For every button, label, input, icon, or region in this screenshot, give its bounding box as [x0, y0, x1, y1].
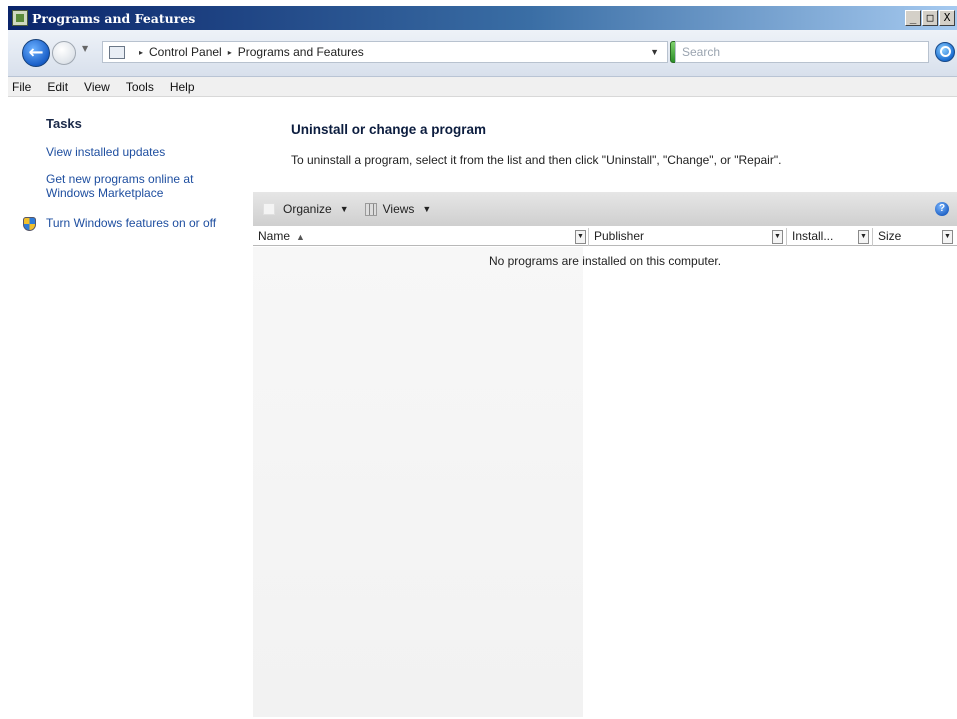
menu-bar: File Edit View Tools Help	[8, 77, 957, 97]
page-title: Uninstall or change a program	[291, 122, 487, 137]
column-name-label: Name	[258, 229, 291, 243]
column-name-filter[interactable]: ▼	[575, 230, 586, 244]
column-installed-label: Install...	[792, 229, 834, 243]
window-title: Programs and Features	[32, 10, 196, 26]
column-publisher[interactable]: Publisher	[589, 228, 769, 246]
turn-windows-features-link[interactable]: Turn Windows features on or off	[46, 216, 216, 230]
views-button[interactable]: Views ▼	[364, 202, 432, 216]
window-controls: _ □ X	[905, 10, 955, 26]
address-dropdown-icon[interactable]: ▼	[650, 47, 659, 57]
windows-shield-icon	[23, 217, 36, 231]
chevron-down-icon: ▼	[422, 204, 432, 214]
breadcrumb-control-panel[interactable]: Control Panel	[149, 45, 222, 59]
menu-help[interactable]: Help	[170, 80, 195, 94]
program-list-pane: Organize ▼ Views ▼ ? Name ▲ ▼ Publisher ▼…	[253, 192, 957, 717]
chevron-right-icon[interactable]: ▸	[228, 48, 232, 57]
views-icon	[364, 202, 377, 216]
address-bar[interactable]: ▸ Control Panel ▸ Programs and Features …	[102, 41, 668, 63]
get-new-programs-link[interactable]: Get new programs online at Windows Marke…	[46, 172, 221, 200]
organize-label: Organize	[283, 202, 332, 216]
maximize-button[interactable]: □	[922, 10, 938, 26]
column-size-filter[interactable]: ▼	[942, 230, 953, 244]
menu-file[interactable]: File	[12, 80, 31, 94]
column-size-label: Size	[878, 229, 902, 243]
menu-edit[interactable]: Edit	[47, 80, 68, 94]
column-size[interactable]: Size	[873, 228, 933, 246]
tasks-heading: Tasks	[46, 116, 82, 131]
search-input[interactable]: Search	[675, 41, 929, 63]
help-icon[interactable]: ?	[935, 202, 949, 216]
title-bar: Programs and Features _ □ X	[8, 6, 957, 30]
empty-list-message: No programs are installed on this comput…	[488, 254, 722, 268]
forward-button[interactable]	[52, 41, 76, 65]
chevron-right-icon[interactable]: ▸	[139, 48, 143, 57]
recent-pages-dropdown[interactable]: ▼	[82, 44, 88, 53]
menu-tools[interactable]: Tools	[126, 80, 154, 94]
sort-ascending-icon: ▲	[296, 232, 305, 242]
column-header-row: Name ▲ ▼ Publisher ▼ Install... ▼ Size ▼	[253, 228, 957, 246]
minimize-button[interactable]: _	[905, 10, 921, 26]
sorted-column-highlight	[253, 247, 583, 717]
column-publisher-label: Publisher	[594, 229, 645, 243]
task-pane: Tasks View installed updates Get new pro…	[8, 97, 251, 717]
menu-view[interactable]: View	[84, 80, 110, 94]
column-publisher-filter[interactable]: ▼	[772, 230, 783, 244]
search-icon[interactable]	[935, 42, 955, 62]
programs-features-icon	[12, 10, 28, 26]
column-installed-filter[interactable]: ▼	[858, 230, 869, 244]
views-label: Views	[382, 202, 415, 216]
close-button[interactable]: X	[939, 10, 955, 26]
control-panel-icon	[109, 45, 125, 59]
list-toolbar: Organize ▼ Views ▼ ?	[253, 192, 957, 226]
organize-icon	[263, 203, 275, 215]
breadcrumb-programs-features[interactable]: Programs and Features	[238, 45, 364, 59]
page-description: To uninstall a program, select it from t…	[291, 153, 782, 167]
address-bar-area: ← ▼ ▸ Control Panel ▸ Programs and Featu…	[8, 30, 957, 77]
column-name[interactable]: Name ▲	[253, 228, 583, 246]
column-installed-on[interactable]: Install...	[787, 228, 849, 246]
organize-button[interactable]: Organize ▼	[263, 202, 349, 216]
view-installed-updates-link[interactable]: View installed updates	[46, 145, 165, 159]
back-button[interactable]: ←	[22, 39, 50, 67]
chevron-down-icon: ▼	[339, 204, 349, 214]
